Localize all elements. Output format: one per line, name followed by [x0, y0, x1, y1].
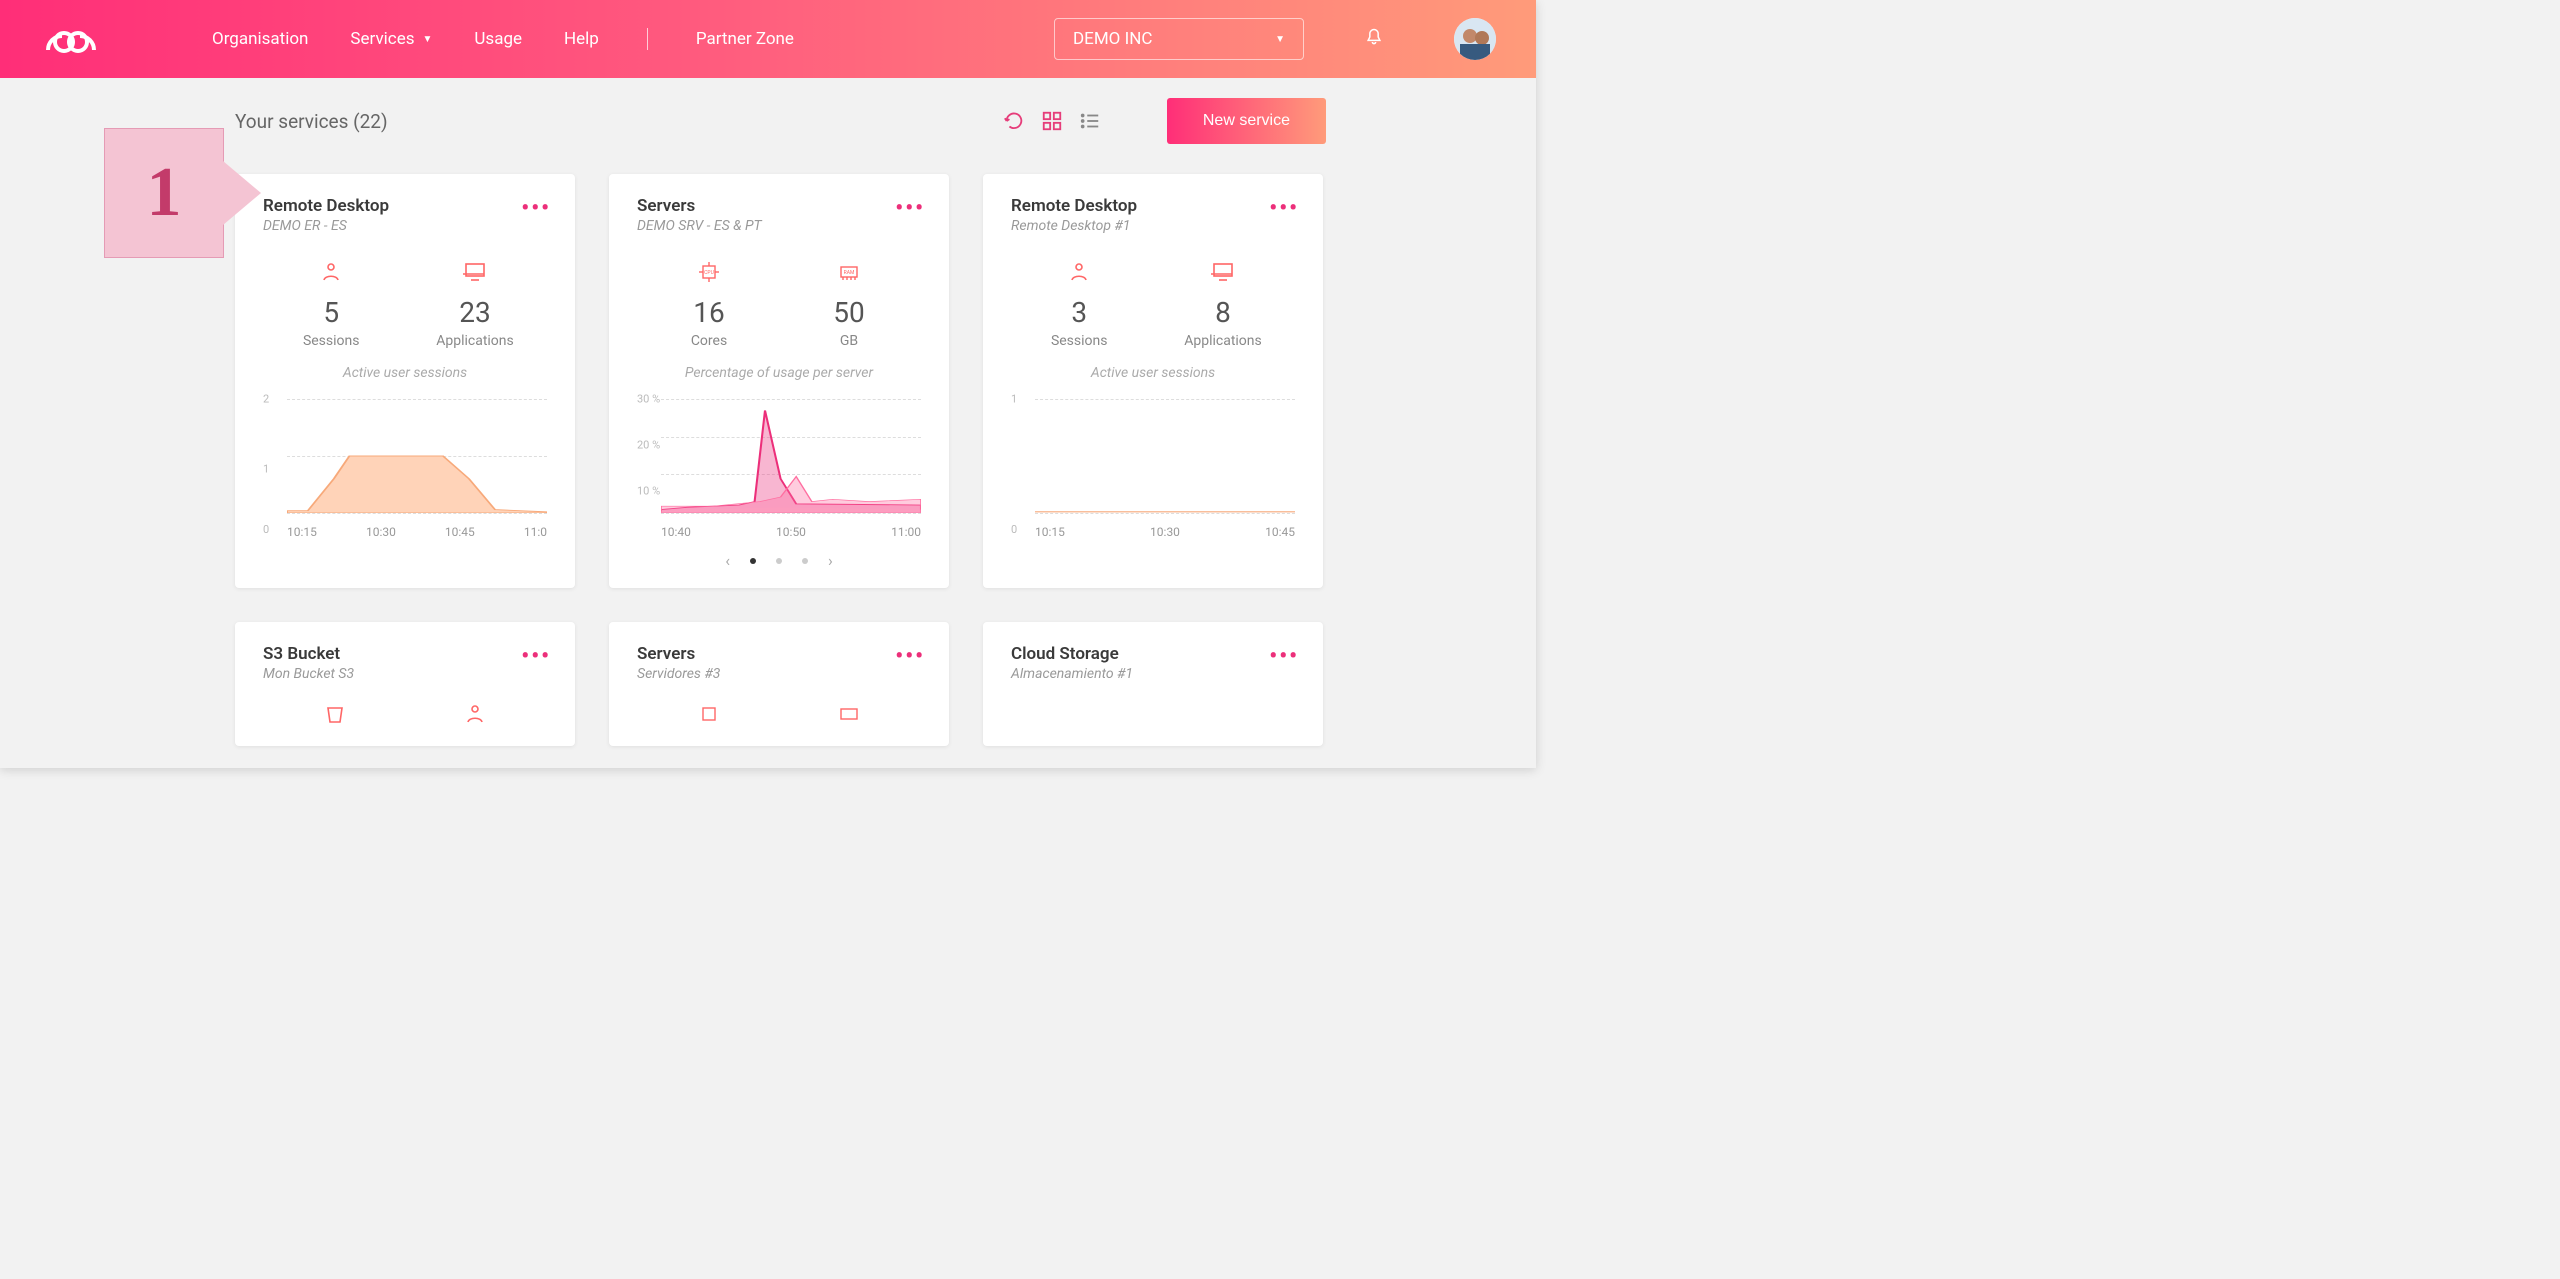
card-menu-button[interactable]: ••• [1269, 644, 1299, 669]
ram-icon [814, 702, 884, 728]
cpu-icon [674, 702, 744, 728]
stat-cores: CPU 16 Cores [674, 260, 744, 349]
stat-memory: RAM 50 GB [814, 260, 884, 349]
grid-icon [1041, 110, 1063, 132]
card-subtitle: Almacenamiento #1 [1011, 666, 1295, 682]
notifications-button[interactable] [1364, 26, 1384, 52]
top-navbar: Organisation Services ▼ Usage Help Partn… [0, 0, 1536, 78]
nav-partner-zone[interactable]: Partner Zone [696, 29, 794, 49]
stat-applications: 23 Applications [436, 260, 514, 349]
chart-pager: ‹ › [637, 551, 921, 570]
service-card[interactable]: S3 Bucket Mon Bucket S3 ••• [235, 622, 575, 746]
nav-help[interactable]: Help [564, 29, 599, 49]
annotation-number: 1 [147, 153, 182, 233]
card-title: S3 Bucket [263, 644, 547, 664]
card-menu-button[interactable]: ••• [521, 196, 551, 221]
pager-dot[interactable] [802, 558, 808, 564]
monitor-icon [436, 260, 514, 286]
chart-caption: Active user sessions [1011, 365, 1295, 381]
service-card[interactable]: Servers DEMO SRV - ES & PT ••• CPU 16 Co… [609, 174, 949, 588]
card-menu-button[interactable]: ••• [895, 196, 925, 221]
card-title: Cloud Storage [1011, 644, 1295, 664]
card-subtitle: Remote Desktop #1 [1011, 218, 1295, 234]
app-logo-icon [40, 20, 102, 58]
usage-chart: 30 % 20 % 10 % 10:40 10:50 11:00 [637, 399, 921, 539]
pager-next[interactable]: › [828, 551, 833, 570]
service-card[interactable]: Remote Desktop DEMO ER - ES ••• 5 Sessio… [235, 174, 575, 588]
sessions-chart: 1 0 10:15 10:30 10:45 [1011, 399, 1295, 539]
list-icon [1079, 110, 1101, 132]
stat-sessions: 3 Sessions [1044, 260, 1114, 349]
caret-down-icon: ▼ [423, 34, 433, 45]
user-avatar[interactable] [1454, 18, 1496, 60]
service-card[interactable]: Cloud Storage Almacenamiento #1 ••• [983, 622, 1323, 746]
card-menu-button[interactable]: ••• [895, 644, 925, 669]
pager-dot[interactable] [776, 558, 782, 564]
card-title: Servers [637, 644, 921, 664]
refresh-icon [1003, 110, 1025, 132]
nav-usage[interactable]: Usage [474, 29, 522, 49]
user-icon [296, 260, 366, 286]
chart-caption: Active user sessions [263, 365, 547, 381]
organisation-select[interactable]: DEMO INC ▼ [1054, 18, 1304, 60]
new-service-button[interactable]: New service [1167, 98, 1326, 144]
ram-icon: RAM [814, 260, 884, 286]
page-heading: Your services (22) [235, 110, 388, 133]
annotation-arrow-icon [223, 161, 261, 225]
refresh-button[interactable] [1003, 110, 1025, 132]
pager-prev[interactable]: ‹ [725, 551, 730, 570]
cpu-icon: CPU [674, 260, 744, 286]
bell-icon [1364, 26, 1384, 48]
grid-view-button[interactable] [1041, 110, 1063, 132]
card-title: Servers [637, 196, 921, 216]
card-subtitle: Mon Bucket S3 [263, 666, 547, 682]
user-icon [1044, 260, 1114, 286]
service-card[interactable]: Remote Desktop Remote Desktop #1 ••• 3 S… [983, 174, 1323, 588]
caret-down-icon: ▼ [1275, 34, 1285, 45]
stat-sessions: 5 Sessions [296, 260, 366, 349]
card-title: Remote Desktop [263, 196, 547, 216]
card-menu-button[interactable]: ••• [521, 644, 551, 669]
avatar-image [1454, 18, 1496, 60]
user-icon [440, 702, 510, 728]
organisation-select-value: DEMO INC [1073, 29, 1152, 49]
card-subtitle: DEMO SRV - ES & PT [637, 218, 921, 234]
annotation-callout: 1 [104, 128, 224, 258]
monitor-icon [1184, 260, 1262, 286]
nav-organisation[interactable]: Organisation [212, 29, 308, 49]
sessions-chart: 2 1 0 10:15 10:30 10:45 11:0 [263, 399, 547, 539]
svg-text:RAM: RAM [844, 270, 855, 276]
nav-services[interactable]: Services ▼ [350, 29, 432, 49]
card-menu-button[interactable]: ••• [1269, 196, 1299, 221]
nav-services-label: Services [350, 29, 414, 49]
pager-dot[interactable] [750, 558, 756, 564]
stat-applications: 8 Applications [1184, 260, 1262, 349]
card-title: Remote Desktop [1011, 196, 1295, 216]
svg-text:CPU: CPU [704, 270, 714, 276]
bucket-icon [300, 702, 370, 728]
card-subtitle: DEMO ER - ES [263, 218, 547, 234]
list-view-button[interactable] [1079, 110, 1101, 132]
service-card[interactable]: Servers Servidores #3 ••• [609, 622, 949, 746]
chart-caption: Percentage of usage per server [637, 365, 921, 381]
card-subtitle: Servidores #3 [637, 666, 921, 682]
nav-divider [647, 28, 648, 50]
